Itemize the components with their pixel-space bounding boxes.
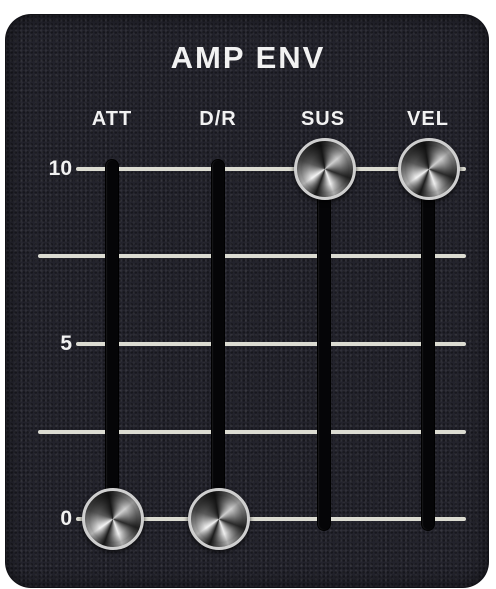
slider-knob-att[interactable] <box>82 488 144 550</box>
slider-label-sus: SUS <box>300 108 346 130</box>
panel-title: AMP ENV <box>170 40 326 75</box>
slider-label-dr: D/R <box>199 108 237 130</box>
slider-label-vel: VEL <box>407 108 449 130</box>
slider-knob-sus[interactable] <box>294 138 356 200</box>
scale-line-2-5 <box>38 430 466 434</box>
slider-label-att: ATT <box>91 108 133 130</box>
slider-knob-dr[interactable] <box>188 488 250 550</box>
scale-label-0: 0 <box>60 507 72 530</box>
slider-track-vel[interactable] <box>422 160 434 530</box>
amp-env-panel <box>5 14 489 588</box>
scale-line-5 <box>76 342 466 346</box>
slider-track-att[interactable] <box>106 160 118 530</box>
scale-line-7-5 <box>38 254 466 258</box>
slider-knob-vel[interactable] <box>398 138 460 200</box>
scale-label-5: 5 <box>60 332 72 355</box>
scale-label-10: 10 <box>48 157 72 180</box>
slider-track-sus[interactable] <box>318 160 330 530</box>
slider-track-dr[interactable] <box>212 160 224 530</box>
